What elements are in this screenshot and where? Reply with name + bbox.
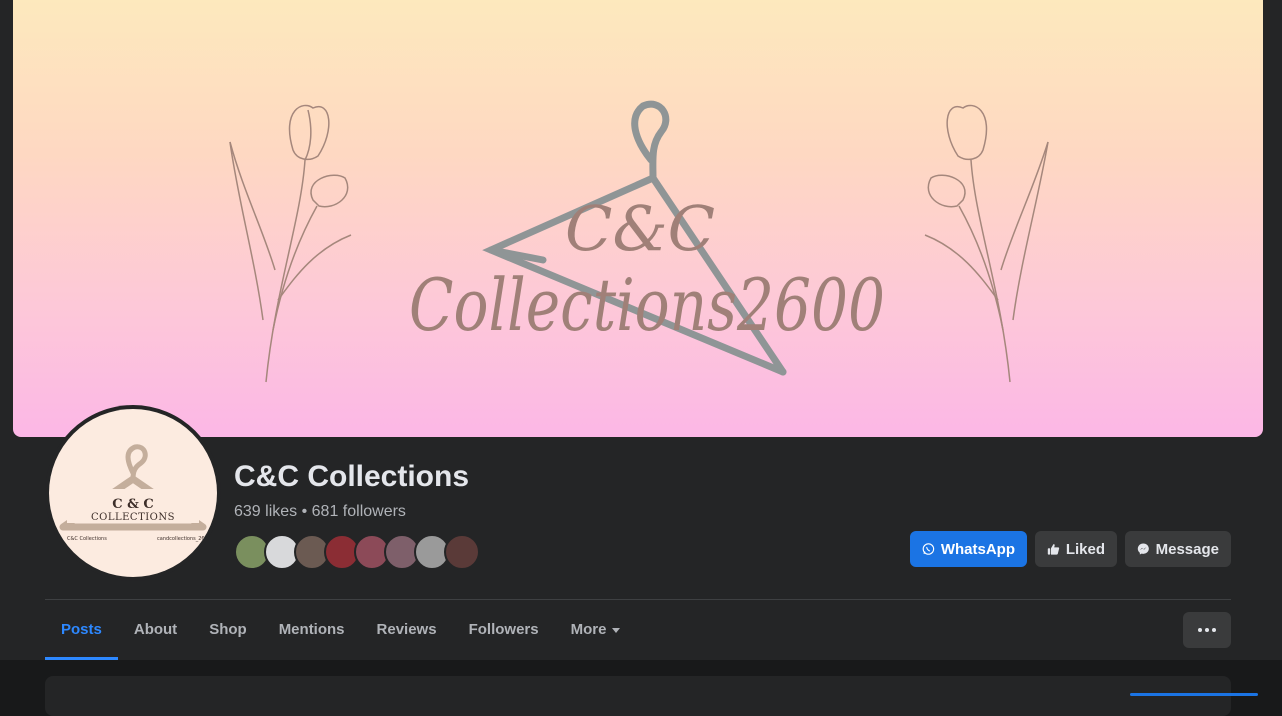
tab-followers[interactable]: Followers: [453, 600, 555, 660]
stats-separator: •: [297, 503, 312, 520]
thumbs-up-icon: [1047, 544, 1060, 555]
page-title[interactable]: C&C Collections: [234, 460, 469, 494]
tab-label: More: [570, 621, 607, 638]
profile-picture[interactable]: C & C COLLECTIONS C&C Collections candco…: [45, 405, 221, 581]
whatsapp-button-label: WhatsApp: [940, 540, 1015, 558]
followers-count[interactable]: 681 followers: [312, 503, 406, 520]
tab-label: Reviews: [376, 621, 437, 638]
tab-posts[interactable]: Posts: [45, 600, 118, 660]
cover-photo[interactable]: C&C Collections2600: [13, 0, 1263, 437]
tab-more[interactable]: More: [555, 600, 637, 660]
left-tulip-drawing: [229, 104, 352, 383]
tab-label: Shop: [209, 621, 247, 638]
brand-facebook-handle: C&C Collections: [67, 536, 107, 542]
tab-mentions[interactable]: Mentions: [263, 600, 361, 660]
cover-script-top: C&C: [565, 192, 715, 265]
brand-instagram-handle: candcollections_2600: [157, 536, 211, 542]
tab-label: Mentions: [278, 621, 345, 638]
ellipsis-icon: [1212, 628, 1216, 632]
whatsapp-icon: [922, 543, 935, 555]
tab-about[interactable]: About: [118, 600, 193, 660]
ellipsis-icon: [1198, 628, 1202, 632]
tab-reviews[interactable]: Reviews: [361, 600, 453, 660]
whatsapp-button[interactable]: WhatsApp: [910, 531, 1027, 567]
page-tabs: Posts About Shop Mentions Reviews Follow…: [45, 600, 636, 660]
liked-button[interactable]: Liked: [1035, 531, 1117, 567]
message-button[interactable]: Message: [1125, 531, 1231, 567]
ellipsis-icon: [1205, 628, 1209, 632]
tab-label: Posts: [61, 621, 102, 638]
message-button-label: Message: [1155, 540, 1219, 558]
page-stats: 639 likes • 681 followers: [234, 503, 406, 521]
cover-artwork: C&C Collections2600: [229, 100, 1049, 383]
content-card: [45, 676, 1258, 716]
more-options-button[interactable]: [1183, 612, 1231, 648]
brand-name-line2: COLLECTIONS: [90, 512, 175, 523]
messenger-icon: [1137, 543, 1149, 555]
tab-label: About: [133, 621, 178, 638]
friend-avatar[interactable]: [444, 534, 480, 570]
right-tulip-drawing: [924, 104, 1049, 383]
brand-name-line1: C & C: [112, 497, 154, 512]
caret-down-icon: [612, 627, 621, 633]
tab-shop[interactable]: Shop: [193, 600, 263, 660]
likes-count[interactable]: 639 likes: [234, 503, 297, 520]
liked-button-label: Liked: [1065, 540, 1105, 558]
hanger-logo-icon: [59, 444, 207, 531]
cover-script-bottom: Collections2600: [409, 263, 885, 347]
friend-avatars[interactable]: [234, 534, 480, 570]
profile-picture-image: C & C COLLECTIONS C&C Collections candco…: [49, 409, 217, 577]
tab-label: Followers: [468, 621, 539, 638]
